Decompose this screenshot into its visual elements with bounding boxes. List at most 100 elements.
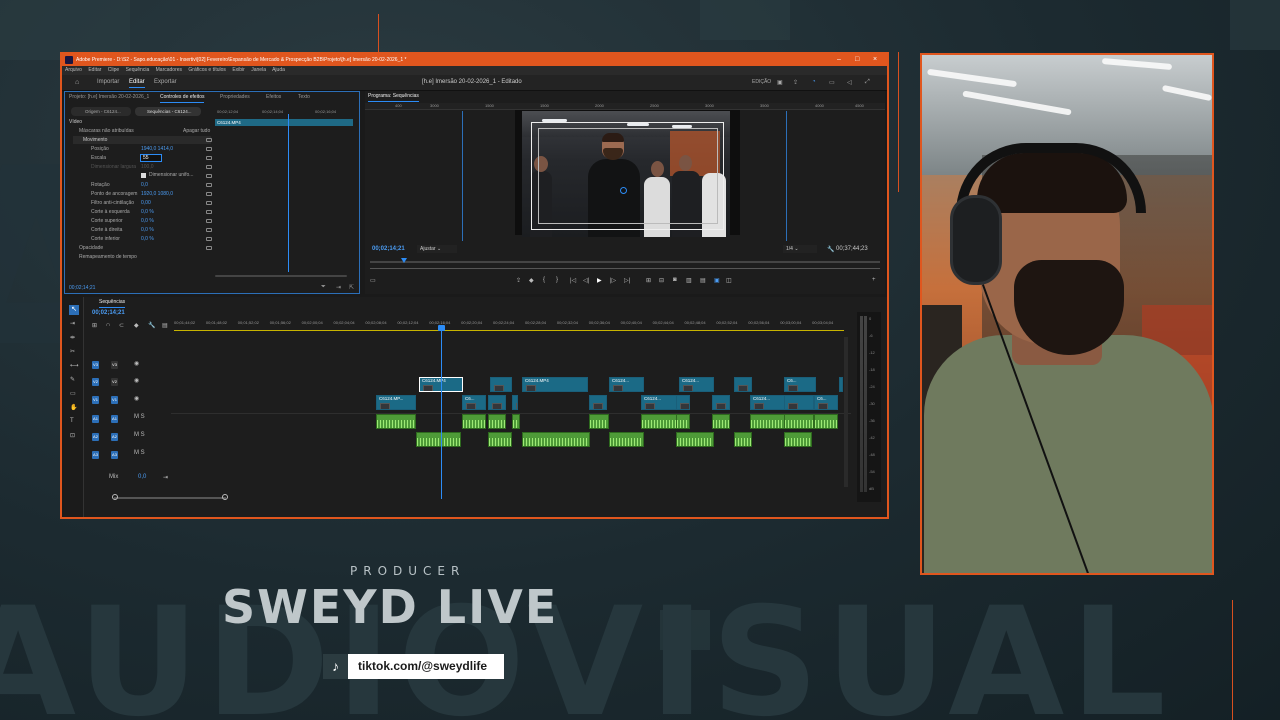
program-zoom-bar[interactable]	[370, 268, 880, 269]
sequence-tab[interactable]: Sequências	[99, 299, 126, 308]
track-source-v2[interactable]: V2	[92, 378, 99, 386]
slip-icon[interactable]: ⟷	[70, 362, 79, 369]
caption-icon[interactable]: ⊡	[70, 432, 75, 439]
volume-icon[interactable]: ◁	[847, 79, 852, 86]
selection-tool-icon[interactable]: ↖	[69, 305, 79, 315]
menu-item-graficos[interactable]: Gráficos e títulos	[188, 67, 226, 73]
timeline-vscroll[interactable]	[844, 337, 848, 487]
settings-wrench-icon[interactable]: 🔧	[148, 322, 155, 329]
video-clip[interactable]	[490, 377, 512, 392]
video-clip[interactable]: C6...	[784, 377, 816, 392]
reset-icon[interactable]	[206, 246, 212, 250]
close-icon[interactable]: ×	[873, 54, 877, 66]
zoom-handle-right[interactable]	[222, 494, 228, 500]
prop-corte-direita[interactable]: Corte à direita	[91, 226, 122, 234]
prop-corte-inferior-value[interactable]: 0,0 %	[141, 235, 154, 243]
go-to-out-icon[interactable]: ▷|	[624, 277, 630, 284]
audio-clip[interactable]	[462, 414, 486, 429]
menu-item-editar[interactable]: Editar	[88, 67, 101, 73]
track-target-v3[interactable]: V3	[111, 361, 118, 369]
step-back-icon[interactable]: ◁|	[583, 277, 589, 284]
track-source-v3[interactable]: V3	[92, 361, 99, 369]
track-target-a2[interactable]: A2	[111, 433, 118, 441]
scale-input[interactable]: 55	[140, 154, 162, 162]
audio-clip[interactable]	[784, 414, 814, 429]
captions-icon[interactable]: ▤	[162, 322, 168, 329]
audio-clip[interactable]	[750, 414, 786, 429]
menu-item-janela[interactable]: Janela	[251, 67, 266, 73]
audio-clip[interactable]	[522, 432, 590, 447]
video-clip[interactable]	[784, 395, 814, 410]
progress-icon[interactable]: ◔	[812, 79, 816, 85]
video-clip[interactable]: C6124.MP...	[376, 395, 416, 410]
mic-icon[interactable]: M S	[134, 414, 145, 420]
source-selector[interactable]: Origem - C6124...	[71, 107, 131, 116]
play-icon[interactable]: ▶	[597, 277, 602, 284]
menu-item-exibir[interactable]: Exibir	[232, 67, 245, 73]
prop-filtro[interactable]: Filtro anti-cintilação	[91, 199, 134, 207]
reset-icon[interactable]	[206, 156, 212, 160]
fit-dropdown[interactable]: Ajustar ⌄	[417, 245, 457, 253]
menu-item-clipe[interactable]: Clipe	[108, 67, 119, 73]
export-icon[interactable]: ⇱	[349, 284, 354, 291]
insert-icon[interactable]: ⊞	[646, 277, 651, 284]
prop-posicao-value[interactable]: 1940,0 1414,0	[141, 145, 173, 153]
reset-icon[interactable]	[206, 165, 212, 169]
audio-clip[interactable]	[376, 414, 416, 429]
track-target-v2[interactable]: V2	[111, 378, 118, 386]
audio-clip[interactable]	[488, 432, 512, 447]
prop-escala[interactable]: Escala	[91, 154, 106, 162]
go-to-in-icon[interactable]: |◁	[570, 277, 576, 284]
sequence-selector[interactable]: Sequências - C6124...	[135, 107, 201, 116]
mix-value[interactable]: 0,0	[138, 474, 146, 480]
reset-icon[interactable]	[206, 138, 212, 142]
track-source-a2[interactable]: A2	[92, 433, 99, 441]
track-source-a1[interactable]: A1	[92, 415, 99, 423]
tab-texto[interactable]: Texto	[298, 94, 310, 100]
menu-item-sequencia[interactable]: Sequência	[126, 67, 150, 73]
prop-rotacao-value[interactable]: 0,0	[141, 181, 148, 189]
program-scrubber[interactable]	[370, 261, 880, 263]
workspace-exportar[interactable]: Exportar	[154, 79, 177, 85]
filter-icon[interactable]: ⏷	[321, 284, 326, 291]
nest-icon[interactable]: ⊞	[92, 322, 97, 329]
tab-controles-efeitos[interactable]: Controles de efeitos	[160, 94, 205, 103]
menu-item-arquivo[interactable]: Arquivo	[65, 67, 82, 73]
resolution-dropdown[interactable]: 1/4 ⌄	[783, 245, 817, 253]
reset-icon[interactable]	[206, 201, 212, 205]
layout-icon[interactable]: ▣	[777, 79, 783, 86]
camera-icon[interactable]: ◙	[673, 277, 677, 283]
effect-movimento[interactable]: Movimento	[73, 136, 211, 144]
linked-selection-icon[interactable]: ⊂	[119, 322, 124, 329]
reset-icon[interactable]	[206, 228, 212, 232]
workspace-importar[interactable]: Importar	[97, 79, 119, 85]
effect-remapeamento[interactable]: Remapeamento de tempo	[79, 253, 137, 261]
video-clip[interactable]: C6124...	[609, 377, 644, 392]
hand-icon[interactable]: ✋	[70, 404, 77, 411]
playhead-handle[interactable]	[438, 325, 445, 331]
maximize-icon[interactable]: □	[855, 54, 859, 66]
type-icon[interactable]: T	[70, 418, 74, 424]
audio-clip[interactable]	[814, 414, 838, 429]
prop-ponto-ancoragem-value[interactable]: 1920,0 1080,0	[141, 190, 173, 198]
prop-posicao[interactable]: Posição	[91, 145, 109, 153]
reset-all-button[interactable]: Apagar tudo	[183, 127, 210, 135]
mark-in-icon[interactable]: {	[543, 277, 545, 283]
prop-rotacao[interactable]: Rotação	[91, 181, 110, 189]
zoom-handle-left[interactable]	[112, 494, 118, 500]
audio-clip[interactable]	[512, 414, 520, 429]
minimize-icon[interactable]: –	[837, 54, 841, 66]
add-button-icon[interactable]: +	[872, 277, 876, 283]
video-clip[interactable]: C6...	[814, 395, 838, 410]
play-audio-icon[interactable]: ⇥	[336, 284, 341, 291]
comparison-view-icon[interactable]: ▤	[700, 277, 706, 284]
marker-icon[interactable]: ◆	[529, 277, 534, 284]
uniform-scale-checkbox[interactable]	[141, 173, 146, 178]
video-clip[interactable]: C6...	[462, 395, 486, 410]
mix-end-icon[interactable]: ⇥	[163, 474, 168, 481]
audio-clip[interactable]	[784, 432, 812, 447]
prop-corte-superior-value[interactable]: 0,0 %	[141, 217, 154, 225]
prop-ponto-ancoragem[interactable]: Ponto de ancoragem	[91, 190, 137, 198]
ripple-edit-icon[interactable]: ⇹	[70, 334, 75, 341]
reset-icon[interactable]	[206, 219, 212, 223]
